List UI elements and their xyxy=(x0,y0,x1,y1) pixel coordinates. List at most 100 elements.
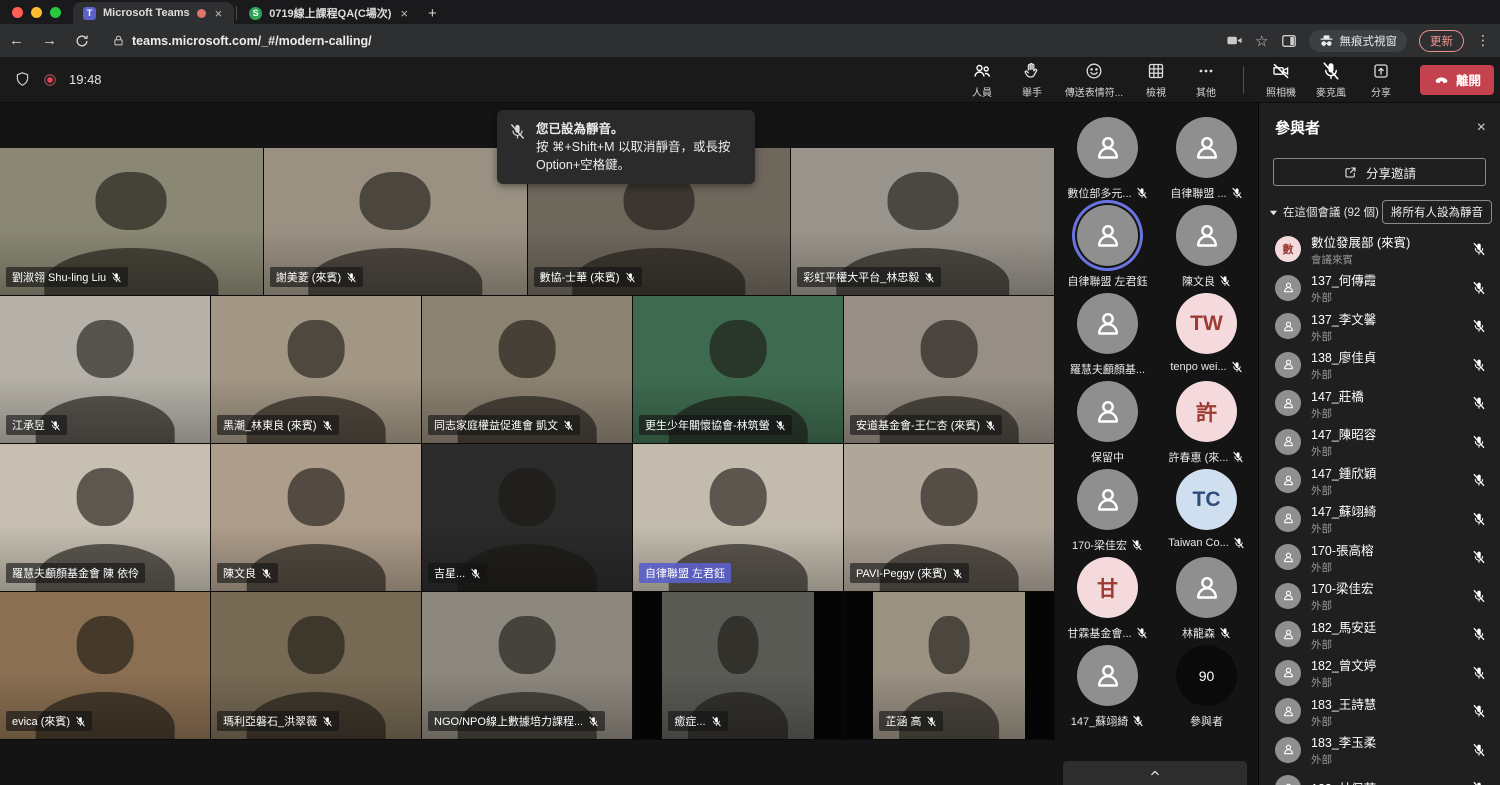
participant-mute-indicator[interactable] xyxy=(1472,319,1486,333)
participant-mute-indicator[interactable] xyxy=(1472,743,1486,757)
participant-row[interactable]: 138_廖佳貞 外部 xyxy=(1259,346,1500,385)
browser-menu-icon[interactable]: ⋮ xyxy=(1476,32,1490,49)
collapse-avatars-button[interactable] xyxy=(1063,761,1247,785)
reload-button[interactable] xyxy=(66,34,98,48)
participant-mute-indicator[interactable] xyxy=(1472,627,1486,641)
mute-all-button[interactable]: 將所有人設為靜音 xyxy=(1382,200,1492,224)
raise-hand-button[interactable]: 舉手 xyxy=(1009,58,1055,102)
participant-row[interactable]: 147_鍾欣穎 外部 xyxy=(1259,461,1500,500)
video-tile[interactable]: 謝美菱 (來賓) xyxy=(264,148,528,296)
participant-row[interactable]: 147_陳昭容 外部 xyxy=(1259,423,1500,462)
video-tile[interactable]: evica (來賓) xyxy=(0,592,211,740)
side-panel-icon[interactable] xyxy=(1281,33,1297,49)
participant-row[interactable]: 數 數位發展部 (來賓) 會議來賓 xyxy=(1259,230,1500,269)
close-tab-icon[interactable]: × xyxy=(213,7,225,20)
participant-row[interactable]: 147_莊橋 外部 xyxy=(1259,384,1500,423)
participant-mute-indicator[interactable] xyxy=(1472,242,1486,256)
participant-row[interactable]: 170-張高榕 外部 xyxy=(1259,538,1500,577)
new-tab-button[interactable]: + xyxy=(420,5,447,24)
video-tile[interactable]: 彩虹平權大平台_林忠毅 xyxy=(791,148,1055,296)
mic-muted-icon xyxy=(50,420,61,431)
participant-row[interactable]: 182_馬安廷 外部 xyxy=(1259,615,1500,654)
camera-button[interactable]: 照相機 xyxy=(1258,58,1304,102)
close-panel-icon[interactable]: × xyxy=(1477,119,1486,137)
participant-row[interactable]: 183_林佩茹 xyxy=(1259,769,1500,785)
camera-in-use-icon[interactable] xyxy=(1226,32,1243,49)
video-tile[interactable]: 陳文良 xyxy=(211,444,422,592)
audio-participant[interactable]: 陳文良 xyxy=(1159,205,1255,293)
mic-muted-icon xyxy=(470,568,481,579)
video-tile[interactable]: 吉星... xyxy=(422,444,633,592)
participant-row[interactable]: 137_何傳霞 外部 xyxy=(1259,269,1500,308)
in-meeting-section[interactable]: 在這個會議 (92 個) xyxy=(1269,204,1379,220)
participant-mute-indicator[interactable] xyxy=(1472,281,1486,295)
participant-row[interactable]: 170-梁佳宏 外部 xyxy=(1259,577,1500,616)
participant-meta: 182_曾文婷 外部 xyxy=(1311,655,1462,690)
participant-row[interactable]: 183_王詩慧 外部 xyxy=(1259,692,1500,731)
participant-mute-indicator[interactable] xyxy=(1472,512,1486,526)
video-tile[interactable]: 癒症... xyxy=(633,592,844,740)
browser-update-button[interactable]: 更新 xyxy=(1419,30,1464,52)
participant-mute-indicator[interactable] xyxy=(1472,666,1486,680)
participant-mute-indicator[interactable] xyxy=(1472,358,1486,372)
participant-mute-indicator[interactable] xyxy=(1472,704,1486,718)
audio-participant[interactable]: TC Taiwan Co... xyxy=(1159,469,1255,557)
tab-course-qa[interactable]: S 0719線上課程QA(C場次) × xyxy=(239,2,420,24)
audio-participant[interactable]: 自律聯盟 左君鈺 xyxy=(1060,205,1156,293)
audio-participant[interactable]: 許 許春惠 (來... xyxy=(1159,381,1255,469)
participant-mute-indicator[interactable] xyxy=(1472,550,1486,564)
video-tile[interactable]: 劉淑翎 Shu-ling Liu xyxy=(0,148,264,296)
video-tile[interactable]: 黑潮_林東良 (來賓) xyxy=(211,296,422,444)
audio-participant[interactable]: 羅慧夫顱顏基... xyxy=(1060,293,1156,381)
video-tile[interactable]: 羅慧夫顱顏基金會 陳 依伶 xyxy=(0,444,211,592)
participant-mute-indicator[interactable] xyxy=(1472,781,1486,785)
minimize-window-button[interactable] xyxy=(31,7,42,18)
video-tile[interactable]: PAVI-Peggy (來賓) xyxy=(844,444,1055,592)
forward-button[interactable]: → xyxy=(33,32,66,49)
share-invite-button[interactable]: 分享邀請 xyxy=(1273,158,1486,186)
bookmark-star-icon[interactable]: ☆ xyxy=(1255,32,1268,50)
close-window-button[interactable] xyxy=(12,7,23,18)
close-tab-icon[interactable]: × xyxy=(398,7,410,20)
participant-meta: 137_何傳霞 外部 xyxy=(1311,270,1462,305)
leave-button[interactable]: 離開 xyxy=(1420,65,1494,95)
share-button[interactable]: 分享 xyxy=(1358,58,1404,102)
video-tile[interactable]: 自律聯盟 左君鈺 xyxy=(633,444,844,592)
participant-row[interactable]: 182_曾文婷 外部 xyxy=(1259,654,1500,693)
video-tile[interactable]: 芷涵 高 xyxy=(844,592,1055,740)
people-button[interactable]: 人員 xyxy=(959,58,1005,102)
audio-participant[interactable]: 數位部多元... xyxy=(1060,117,1156,205)
audio-participant[interactable]: 147_蘇翊綺 xyxy=(1060,645,1156,733)
audio-participant[interactable]: 170-梁佳宏 xyxy=(1060,469,1156,557)
more-button[interactable]: 其他 xyxy=(1183,58,1229,102)
video-tile[interactable]: 更生少年關懷協會-林筑螢 xyxy=(633,296,844,444)
video-tile[interactable]: 同志家庭權益促進會 凱文 xyxy=(422,296,633,444)
participant-row[interactable]: 137_李文馨 外部 xyxy=(1259,307,1500,346)
participant-mute-indicator[interactable] xyxy=(1472,473,1486,487)
audio-participant[interactable]: TW tenpo wei... xyxy=(1159,293,1255,381)
participant-row[interactable]: 183_李玉柔 外部 xyxy=(1259,731,1500,770)
window-controls[interactable] xyxy=(0,0,73,24)
view-button[interactable]: 檢視 xyxy=(1133,58,1179,102)
audio-participant[interactable]: 林龍森 xyxy=(1159,557,1255,645)
mic-muted-icon xyxy=(625,272,636,283)
maximize-window-button[interactable] xyxy=(50,7,61,18)
url-field[interactable]: teams.microsoft.com/_#/modern-calling/ xyxy=(112,34,1226,48)
video-tile[interactable]: 安道基金會-王仁杏 (來賓) xyxy=(844,296,1055,444)
reactions-button[interactable]: 傳送表情符... xyxy=(1059,58,1129,102)
audio-participant[interactable]: 90 參與者 xyxy=(1159,645,1255,733)
back-button[interactable]: ← xyxy=(0,32,33,49)
tab-microsoft-teams[interactable]: T Microsoft Teams × xyxy=(73,2,234,24)
audio-participant[interactable]: 自律聯盟 ... xyxy=(1159,117,1255,205)
participant-row[interactable]: 147_蘇翊綺 外部 xyxy=(1259,500,1500,539)
video-tile[interactable]: 江承昱 xyxy=(0,296,211,444)
video-tile[interactable]: NGO/NPO線上數據培力課程... xyxy=(422,592,633,740)
participant-mute-indicator[interactable] xyxy=(1472,396,1486,410)
participant-name-chip: 劉淑翎 Shu-ling Liu xyxy=(6,267,128,287)
audio-participant[interactable]: 甘 甘霖基金會... xyxy=(1060,557,1156,645)
audio-participant[interactable]: 保留中 xyxy=(1060,381,1156,469)
participant-mute-indicator[interactable] xyxy=(1472,435,1486,449)
participant-mute-indicator[interactable] xyxy=(1472,589,1486,603)
video-tile[interactable]: 瑪利亞磐石_洪翠薇 xyxy=(211,592,422,740)
mic-button[interactable]: 麥克風 xyxy=(1308,58,1354,102)
